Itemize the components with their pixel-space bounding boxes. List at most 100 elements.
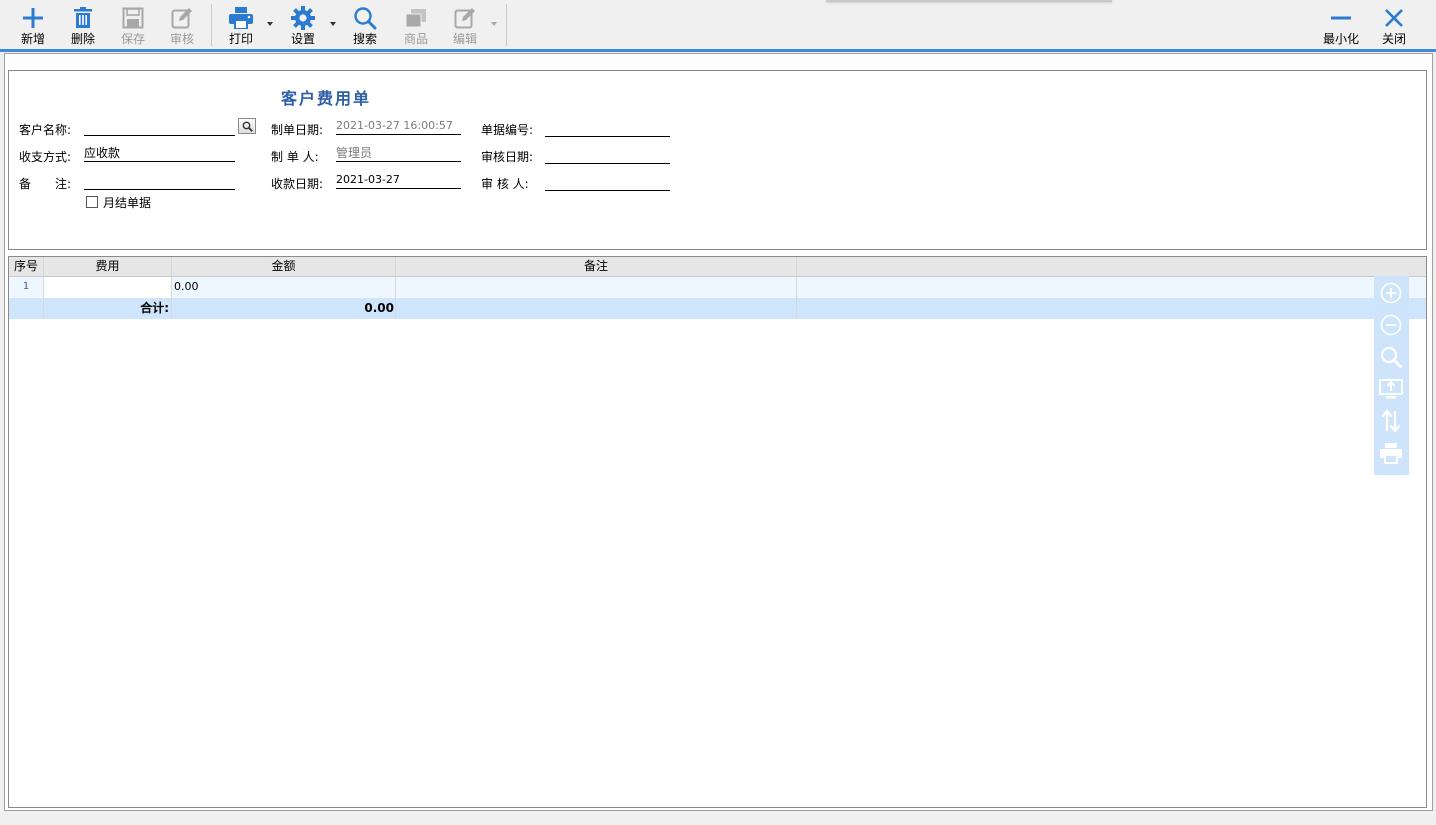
audit-date-label: 审核日期: xyxy=(481,150,534,164)
audit-button[interactable]: 审核 xyxy=(167,0,197,49)
settings-dropdown-icon[interactable] xyxy=(330,22,336,26)
audit-date-field[interactable] xyxy=(545,147,670,164)
doc-no-label: 单据编号: xyxy=(481,123,534,137)
collect-date-field[interactable]: 2021-03-27 xyxy=(336,172,461,189)
popup-edge xyxy=(826,0,1112,2)
header-fee[interactable]: 费用 xyxy=(44,257,172,276)
table-row[interactable]: 1 0.00 xyxy=(9,277,1426,298)
form-title: 客户费用单 xyxy=(281,89,372,108)
grid-header-row: 序号 费用 金额 备注 xyxy=(9,257,1426,277)
toolbar: 新增 删除 保存 审核 打印 设置 搜索 商品 编辑 最小化 关闭 xyxy=(0,0,1436,49)
total-seq-cell xyxy=(9,298,44,319)
edit-icon xyxy=(452,5,478,31)
audit-label: 审核 xyxy=(169,32,194,46)
settings-label: 设置 xyxy=(290,32,315,46)
zoom-in-button[interactable] xyxy=(1378,280,1404,306)
minimize-label: 最小化 xyxy=(1322,32,1359,46)
goods-label: 商品 xyxy=(403,32,428,46)
creator-label: 制 单 人: xyxy=(271,150,319,164)
total-note-cell xyxy=(396,298,797,319)
new-label: 新增 xyxy=(20,32,45,46)
zoom-in-icon xyxy=(1380,282,1402,304)
customer-name-label: 客户名称: xyxy=(19,123,72,137)
print-label: 打印 xyxy=(228,32,253,46)
delete-button[interactable]: 删除 xyxy=(68,0,98,49)
create-date-field[interactable]: 2021-03-27 16:00:57 xyxy=(336,118,461,135)
printer-icon xyxy=(228,5,254,31)
zoom-out-icon xyxy=(1380,314,1402,336)
header-note[interactable]: 备注 xyxy=(396,257,797,276)
auditor-field[interactable] xyxy=(545,174,670,191)
row-note-cell[interactable] xyxy=(396,277,797,298)
row-filler xyxy=(797,277,1426,298)
search-button[interactable]: 搜索 xyxy=(350,0,380,49)
edit-dropdown-icon[interactable] xyxy=(491,22,497,26)
row-seq: 1 xyxy=(9,277,44,298)
print-dropdown-icon[interactable] xyxy=(267,22,273,26)
grid-print-button[interactable] xyxy=(1378,440,1404,466)
toolbar-separator xyxy=(211,4,212,46)
search-icon xyxy=(352,5,378,31)
total-amount: 0.00 xyxy=(172,298,396,319)
header-filler xyxy=(797,257,1426,276)
find-button[interactable] xyxy=(1378,344,1404,370)
total-label: 合计: xyxy=(44,298,172,319)
sort-button[interactable] xyxy=(1378,408,1404,434)
close-button[interactable]: 关闭 xyxy=(1379,0,1409,49)
magnifier-icon xyxy=(242,121,253,132)
row-amount-cell[interactable]: 0.00 xyxy=(172,277,396,298)
export-screen-button[interactable] xyxy=(1378,376,1404,402)
remark-label-part1: 备 xyxy=(19,177,32,191)
delete-label: 删除 xyxy=(70,32,95,46)
printer-icon xyxy=(1380,443,1402,464)
plus-icon xyxy=(20,5,46,31)
remark-field[interactable] xyxy=(84,173,235,190)
status-bar xyxy=(0,811,1436,825)
auditor-label: 审 核 人: xyxy=(481,177,529,191)
total-filler xyxy=(797,298,1426,319)
remark-label-part2: 注: xyxy=(55,177,72,191)
edit-document-icon xyxy=(169,5,195,31)
save-button[interactable]: 保存 xyxy=(118,0,148,49)
doc-no-field[interactable] xyxy=(545,120,670,137)
header-amount[interactable]: 金额 xyxy=(172,257,396,276)
header-seq[interactable]: 序号 xyxy=(9,257,44,276)
edit-button[interactable]: 编辑 xyxy=(450,0,480,49)
collect-date-label: 收款日期: xyxy=(271,177,324,191)
new-button[interactable]: 新增 xyxy=(18,0,48,49)
form-header: 客户费用单 客户名称: 收支方式: 应收款 备 注: 月结单据 制单日期: 20… xyxy=(8,70,1427,250)
main-panel: 客户费用单 客户名称: 收支方式: 应收款 备 注: 月结单据 制单日期: 20… xyxy=(4,53,1433,811)
create-date-label: 制单日期: xyxy=(271,123,324,137)
settings-button[interactable]: 设置 xyxy=(288,0,318,49)
minimize-button[interactable]: 最小化 xyxy=(1320,0,1362,49)
creator-field[interactable]: 管理员 xyxy=(336,145,461,162)
search-label: 搜索 xyxy=(352,32,377,46)
screen-share-icon xyxy=(1379,379,1403,399)
toolbar-accent-bar xyxy=(0,49,1436,52)
save-label: 保存 xyxy=(120,32,145,46)
edit-label: 编辑 xyxy=(452,32,477,46)
close-icon xyxy=(1381,5,1407,31)
payment-type-label: 收支方式: xyxy=(19,150,72,164)
toolbar-separator xyxy=(506,4,507,46)
floppy-disk-icon xyxy=(120,5,146,31)
magnifier-icon xyxy=(1380,346,1402,368)
goods-button[interactable]: 商品 xyxy=(401,0,431,49)
print-button[interactable]: 打印 xyxy=(226,0,256,49)
goods-stack-icon xyxy=(403,5,429,31)
total-row: 合计: 0.00 xyxy=(9,298,1426,319)
customer-lookup-button[interactable] xyxy=(238,118,256,134)
fee-grid: 序号 费用 金额 备注 1 0.00 合计: 0.00 xyxy=(8,256,1427,808)
monthly-checkbox-label: 月结单据 xyxy=(103,196,152,210)
payment-type-field[interactable]: 应收款 xyxy=(84,145,235,162)
minus-icon xyxy=(1328,5,1354,31)
row-fee-cell[interactable] xyxy=(44,277,172,298)
zoom-out-button[interactable] xyxy=(1378,312,1404,338)
close-label: 关闭 xyxy=(1381,32,1406,46)
sort-arrows-icon xyxy=(1381,409,1401,433)
monthly-checkbox[interactable] xyxy=(86,196,98,208)
gear-icon xyxy=(290,5,316,31)
customer-name-field[interactable] xyxy=(84,119,235,136)
grid-side-toolbar xyxy=(1374,276,1409,475)
trash-icon xyxy=(70,5,96,31)
